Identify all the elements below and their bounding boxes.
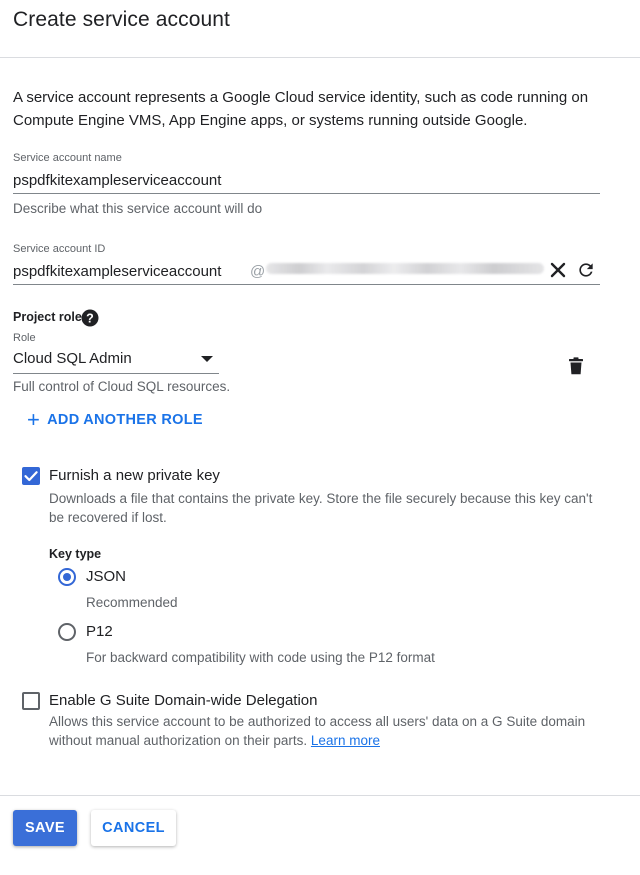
dialog-header: Create service account [0, 0, 640, 58]
cancel-button[interactable]: CANCEL [91, 810, 176, 846]
dropdown-arrow-icon[interactable] [201, 356, 213, 362]
refresh-icon[interactable] [575, 259, 597, 281]
key-type-p12-radio[interactable] [58, 623, 76, 641]
domain-delegation-description: Allows this service account to be author… [49, 712, 589, 750]
role-select-underline [13, 373, 219, 374]
private-key-label[interactable]: Furnish a new private key [49, 467, 220, 484]
domain-delegation-checkbox[interactable] [22, 692, 40, 710]
add-another-role-label: ADD ANOTHER ROLE [47, 412, 203, 428]
service-account-description-input[interactable]: Describe what this service account will … [13, 201, 598, 216]
page-title: Create service account [13, 8, 230, 31]
service-account-id-label: Service account ID [13, 243, 106, 255]
check-icon [24, 471, 38, 482]
key-type-json-label[interactable]: JSON [86, 568, 126, 585]
clear-icon[interactable] [547, 259, 569, 281]
dialog-footer-divider [0, 795, 640, 796]
key-type-json-hint: Recommended [86, 595, 178, 610]
project-role-heading: Project role [13, 310, 82, 324]
key-type-json-radio[interactable] [58, 568, 76, 586]
private-key-description: Downloads a file that contains the priva… [49, 491, 593, 525]
service-account-id-input[interactable]: pspdfkitexampleserviceaccount [13, 263, 221, 280]
domain-delegation-label[interactable]: Enable G Suite Domain-wide Delegation [49, 692, 317, 709]
service-account-name-underline [13, 193, 600, 194]
role-description: Full control of Cloud SQL resources. [13, 379, 231, 394]
service-account-id-underline [13, 284, 600, 285]
plus-icon: + [27, 407, 41, 432]
add-another-role-button[interactable]: + ADD ANOTHER ROLE [27, 408, 203, 432]
role-label: Role [13, 332, 36, 344]
service-account-name-label: Service account name [13, 152, 122, 164]
key-type-p12-label[interactable]: P12 [86, 623, 113, 640]
dialog-description: A service account represents a Google Cl… [13, 89, 589, 129]
svg-text:?: ? [86, 311, 94, 325]
key-type-label: Key type [49, 547, 102, 561]
help-icon[interactable]: ? [81, 309, 99, 327]
role-select[interactable]: Cloud SQL Admin [13, 350, 218, 372]
learn-more-link[interactable]: Learn more [311, 733, 380, 748]
redacted-project-domain [266, 263, 544, 274]
delete-icon[interactable] [565, 355, 587, 377]
save-button[interactable]: SAVE [13, 810, 77, 846]
private-key-checkbox[interactable] [22, 467, 40, 485]
service-account-name-input[interactable]: pspdfkitexampleserviceaccount [13, 172, 598, 189]
domain-at-sign: @ [250, 263, 266, 280]
radio-selected-dot [63, 573, 71, 581]
key-type-p12-hint: For backward compatibility with code usi… [86, 650, 435, 665]
